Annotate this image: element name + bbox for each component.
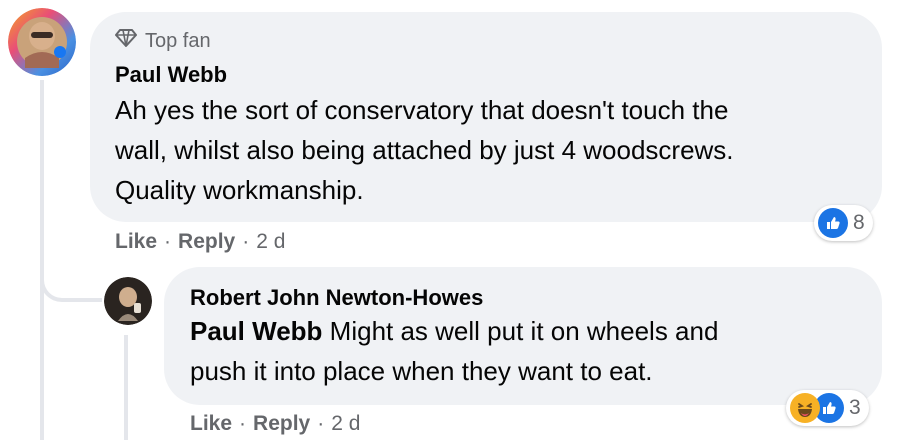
avatar-frame-icon [8,8,76,76]
reply-reaction-count: 3 [849,396,861,419]
top-fan-badge[interactable]: Top fan [115,28,211,54]
reply-text-line: Paul Webb Might as well put it on wheels… [190,311,718,351]
reply-actions: Like · Reply · 2 d [190,412,360,436]
reply-text-line: push it into place when they want to eat… [190,356,653,386]
comment-timestamp[interactable]: 2 d [256,230,285,254]
like-button[interactable]: Like [190,412,232,436]
comment-text: Ah yes the sort of conservatory that doe… [115,90,734,210]
comment-author-name[interactable]: Paul Webb [115,62,227,88]
separator-dot: · [239,412,247,435]
reply-button[interactable]: Reply [178,230,235,254]
like-icon [818,208,848,238]
avatar-photo-icon [104,277,152,325]
avatar-robert-newton-howes[interactable] [104,277,152,325]
comment-actions: Like · Reply · 2 d [115,230,285,254]
comment-text-line: Ah yes the sort of conservatory that doe… [115,95,729,125]
mention-link[interactable]: Paul Webb [190,316,322,346]
reply-button[interactable]: Reply [253,412,310,436]
reply-text: Paul Webb Might as well put it on wheels… [190,311,718,391]
like-button[interactable]: Like [115,230,157,254]
comment-text-line: wall, whilst also being attached by just… [115,135,734,165]
comment-reactions[interactable]: 8 [814,205,873,241]
reply-author-name[interactable]: Robert John Newton-Howes [190,285,483,311]
comment-text-line: Quality workmanship. [115,175,364,205]
avatar-paul-webb[interactable] [8,8,76,76]
thread-line-elbow [40,240,102,302]
comment-reaction-count: 8 [853,211,865,234]
separator-dot: · [242,230,250,253]
separator-dot: · [317,412,325,435]
reply-text-part: Might as well put it on wheels and [329,316,719,346]
separator-dot: · [164,230,172,253]
diamond-icon [115,28,137,54]
thread-line-reply [124,335,128,440]
haha-icon [790,393,820,423]
top-fan-label: Top fan [145,29,211,52]
reply-reactions[interactable]: 3 [786,390,869,426]
reply-timestamp[interactable]: 2 d [331,412,360,436]
